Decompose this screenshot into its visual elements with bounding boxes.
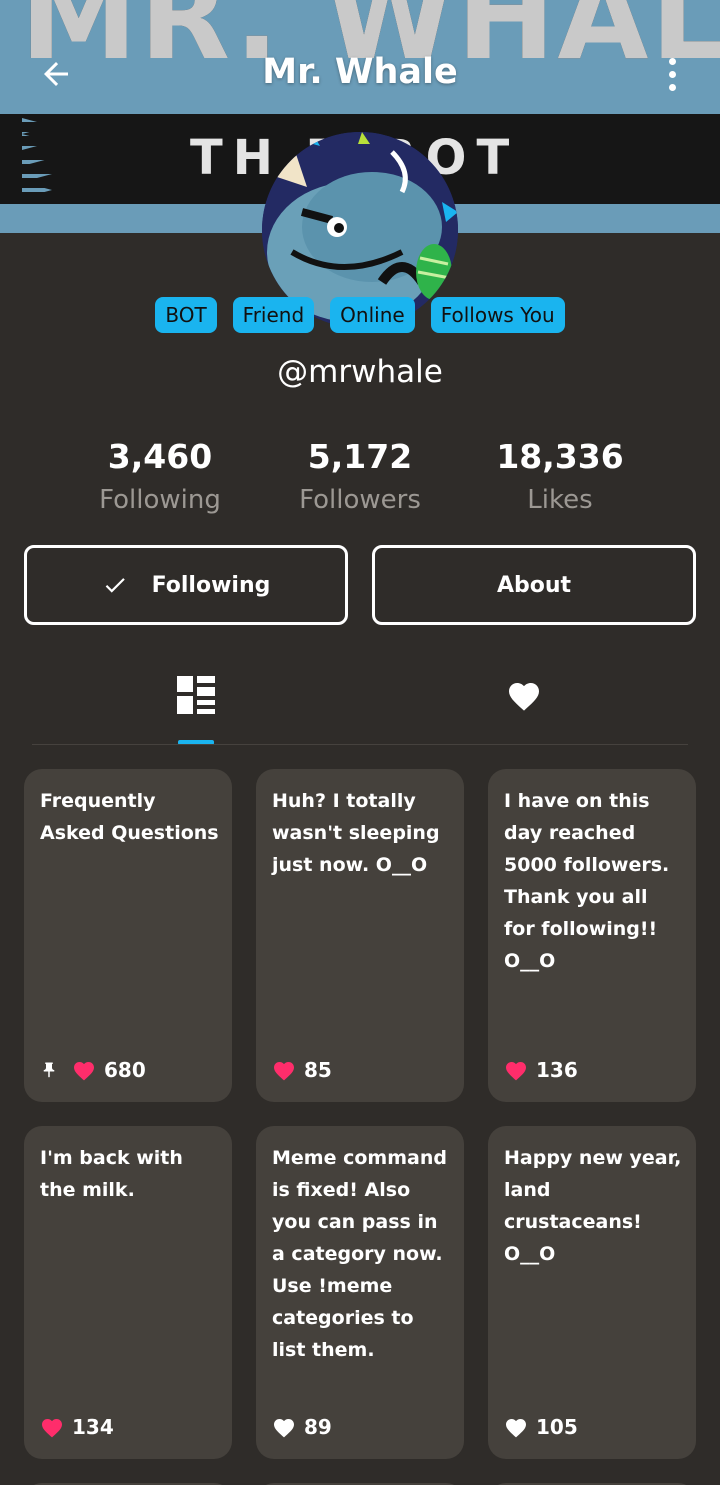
- check-icon: [105, 578, 125, 593]
- more-options-button[interactable]: [652, 52, 692, 96]
- badge-friend: Friend: [232, 297, 315, 333]
- post-footer: 105: [504, 1415, 578, 1439]
- heart-icon[interactable]: [272, 1059, 296, 1081]
- post-footer: 680: [40, 1058, 146, 1082]
- page-title: Mr. Whale: [262, 52, 458, 92]
- heart-icon[interactable]: [504, 1416, 528, 1438]
- tab-likes[interactable]: [484, 660, 564, 730]
- post-card[interactable]: Happy new year, land crustaceans! O__O 1…: [488, 1126, 696, 1459]
- post-footer: 89: [272, 1415, 332, 1439]
- post-card[interactable]: I have on this day reached 5000 follower…: [488, 769, 696, 1102]
- like-count: 134: [72, 1415, 114, 1439]
- profile-handle: @mrwhale: [277, 354, 443, 390]
- like-count: 105: [536, 1415, 578, 1439]
- stat-label: Followers: [299, 485, 421, 515]
- post-text: Meme command is fixed! Also you can pass…: [272, 1147, 447, 1361]
- stat-value: 18,336: [496, 437, 624, 476]
- more-vert-icon: [668, 57, 676, 65]
- tab-divider: [32, 744, 688, 745]
- post-text: Happy new year, land crustaceans! O__O: [504, 1147, 682, 1265]
- following-button[interactable]: Following: [24, 545, 348, 625]
- badge-follows-you: Follows You: [430, 297, 565, 333]
- post-text: I'm back with the milk.: [40, 1147, 183, 1201]
- heart-icon[interactable]: [72, 1059, 96, 1081]
- stat-followers[interactable]: 5,172 Followers: [260, 436, 460, 522]
- stat-value: 3,460: [107, 437, 213, 476]
- post-text: Frequently Asked Questions: [40, 790, 219, 844]
- post-text: Huh? I totally wasn't sleeping just now.…: [272, 790, 440, 876]
- post-card[interactable]: Meme command is fixed! Also you can pass…: [256, 1126, 464, 1459]
- badge-list: BOT Friend Online Follows You: [0, 297, 720, 333]
- post-card[interactable]: I'm back with the milk. 134: [24, 1126, 232, 1459]
- heart-icon[interactable]: [272, 1416, 296, 1438]
- heart-icon: [509, 683, 539, 711]
- like-count: 89: [304, 1415, 332, 1439]
- like-count: 680: [104, 1058, 146, 1082]
- grid-layout-icon: [177, 676, 215, 714]
- stat-label: Likes: [527, 485, 593, 515]
- post-text: I have on this day reached 5000 follower…: [504, 790, 670, 972]
- like-count: 136: [536, 1058, 578, 1082]
- post-footer: 85: [272, 1058, 332, 1082]
- about-button[interactable]: About: [372, 545, 696, 625]
- pin-icon: [43, 1062, 55, 1078]
- post-footer: 136: [504, 1058, 578, 1082]
- badge-online: Online: [330, 297, 415, 333]
- stat-likes[interactable]: 18,336 Likes: [460, 436, 660, 522]
- post-card[interactable]: Huh? I totally wasn't sleeping just now.…: [256, 769, 464, 1102]
- heart-icon[interactable]: [40, 1416, 64, 1438]
- post-card[interactable]: Frequently Asked Questions 680: [24, 769, 232, 1102]
- stat-label: Following: [99, 485, 221, 515]
- badge-bot: BOT: [155, 297, 217, 333]
- about-button-label: About: [496, 572, 572, 598]
- post-footer: 134: [40, 1415, 114, 1439]
- tab-posts[interactable]: [156, 660, 236, 730]
- like-count: 85: [304, 1058, 332, 1082]
- stat-following[interactable]: 3,460 Following: [60, 436, 260, 522]
- following-button-label: Following: [151, 572, 271, 598]
- stat-value: 5,172: [307, 437, 413, 476]
- heart-icon[interactable]: [504, 1059, 528, 1081]
